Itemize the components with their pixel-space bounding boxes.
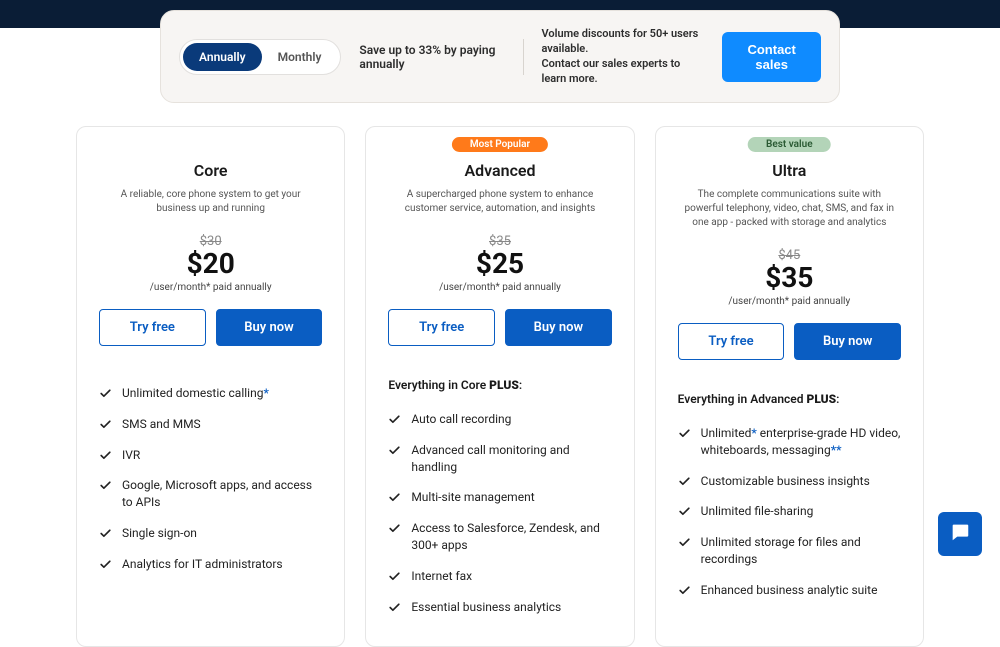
check-icon [388,570,401,583]
plan-badge: Most Popular [452,137,548,152]
feature-item: Advanced call monitoring and handling [388,435,611,483]
check-icon [99,387,112,400]
buy-now-button[interactable]: Buy now [505,309,612,346]
feature-list: Unlimited domestic calling* SMS and MMS IV… [99,378,322,580]
cta-row: Try free Buy now [99,309,322,346]
feature-text: Google, Microsoft apps, and access to AP… [122,477,322,511]
feature-text: Essential business analytics [411,599,561,616]
price-block: $45 $35 /user/month* paid annually [678,248,901,307]
check-icon [99,418,112,431]
plan-name: Ultra [678,161,901,180]
check-icon [99,558,112,571]
check-icon [99,449,112,462]
feature-text: Access to Salesforce, Zendesk, and 300+ … [411,520,611,554]
price-current: $20 [99,247,322,280]
feature-item: Unlimited domestic calling* [99,378,322,409]
inherit-line: Everything in Advanced PLUS: [678,392,901,406]
check-icon [388,444,401,457]
feature-item: Internet fax [388,561,611,592]
chat-icon [949,521,971,547]
feature-item: Analytics for IT administrators [99,549,322,580]
feature-text: Unlimited* enterprise-grade HD video, wh… [701,425,901,459]
check-icon [678,427,691,440]
plan-card-core: Core A reliable, core phone system to get… [76,126,345,647]
volume-discount-text: Volume discounts for 50+ users available… [541,27,704,86]
save-text: Save up to 33% by paying annually [359,43,504,71]
feature-text: SMS and MMS [122,416,201,433]
plans-row: Core A reliable, core phone system to get… [0,28,1000,647]
feature-text: Analytics for IT administrators [122,556,283,573]
feature-item: Unlimited file-sharing [678,496,901,527]
feature-text: Enhanced business analytic suite [701,582,878,599]
plan-badge: Best value [748,137,831,152]
feature-text: Unlimited storage for files and recordin… [701,534,901,568]
feature-item: Single sign-on [99,518,322,549]
feature-item: IVR [99,440,322,471]
feature-item: Unlimited* enterprise-grade HD video, wh… [678,418,901,466]
check-icon [678,505,691,518]
billing-toggle: Annually Monthly [179,39,341,75]
check-icon [388,601,401,614]
feature-text: Advanced call monitoring and handling [411,442,611,476]
price-current: $35 [678,261,901,294]
inherit-line: Everything in Core PLUS: [388,378,611,392]
plan-card-advanced: Most Popular Advanced A supercharged phone… [365,126,634,647]
feature-list: Auto call recording Advanced call monitor… [388,404,611,622]
feature-item: Essential business analytics [388,592,611,623]
feature-text: Internet fax [411,568,472,585]
feature-item: Google, Microsoft apps, and access to AP… [99,470,322,518]
toggle-annual[interactable]: Annually [183,43,262,71]
divider [523,39,524,75]
price-note: /user/month* paid annually [388,282,611,293]
buy-now-button[interactable]: Buy now [216,309,323,346]
cta-row: Try free Buy now [678,323,901,360]
check-icon [388,491,401,504]
check-icon [99,527,112,540]
check-icon [388,413,401,426]
feature-text: Customizable business insights [701,473,870,490]
price-note: /user/month* paid annually [99,282,322,293]
check-icon [99,479,112,492]
feature-text: IVR [122,447,140,464]
feature-text: Auto call recording [411,411,511,428]
feature-text: Multi-site management [411,489,534,506]
feature-item: Access to Salesforce, Zendesk, and 300+ … [388,513,611,561]
check-icon [678,584,691,597]
plan-description: The complete communications suite with p… [678,188,901,230]
feature-item: Auto call recording [388,404,611,435]
check-icon [388,522,401,535]
price-block: $30 $20 /user/month* paid annually [99,234,322,293]
feature-item: Enhanced business analytic suite [678,575,901,606]
feature-item: Multi-site management [388,482,611,513]
contact-sales-button[interactable]: Contact sales [722,32,821,82]
buy-now-button[interactable]: Buy now [794,323,901,360]
cta-row: Try free Buy now [388,309,611,346]
plan-description: A reliable, core phone system to get you… [99,188,322,216]
billing-switcher-panel: Annually Monthly Save up to 33% by payin… [160,10,840,103]
check-icon [678,536,691,549]
chat-launcher[interactable] [938,512,982,556]
plan-name: Advanced [388,161,611,180]
feature-list: Unlimited* enterprise-grade HD video, wh… [678,418,901,606]
try-free-button[interactable]: Try free [388,309,495,346]
feature-item: SMS and MMS [99,409,322,440]
feature-text: Unlimited domestic calling* [122,385,269,402]
check-icon [678,475,691,488]
plan-card-ultra: Best value Ultra The complete communicatio… [655,126,924,647]
price-current: $25 [388,247,611,280]
price-block: $35 $25 /user/month* paid annually [388,234,611,293]
feature-item: Unlimited storage for files and recordin… [678,527,901,575]
toggle-monthly[interactable]: Monthly [262,43,338,71]
feature-text: Unlimited file-sharing [701,503,814,520]
plan-description: A supercharged phone system to enhance c… [388,188,611,216]
feature-text: Single sign-on [122,525,197,542]
try-free-button[interactable]: Try free [99,309,206,346]
plan-name: Core [99,161,322,180]
try-free-button[interactable]: Try free [678,323,785,360]
price-note: /user/month* paid annually [678,296,901,307]
feature-item: Customizable business insights [678,466,901,497]
